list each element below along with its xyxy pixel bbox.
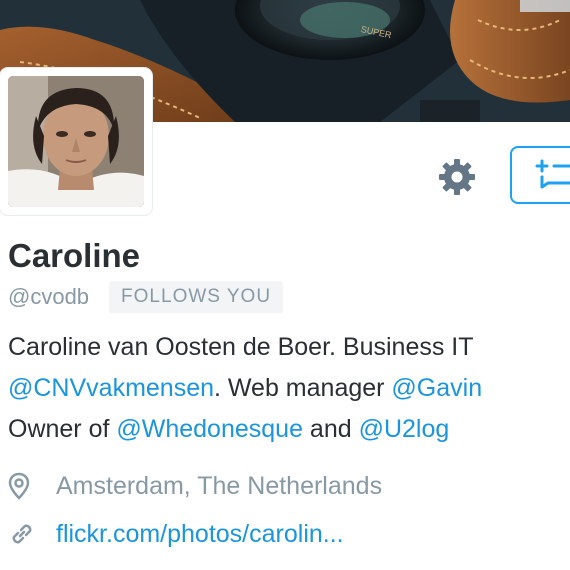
bio-text: Owner of	[8, 415, 117, 443]
profile-location: Amsterdam, The Netherlands	[56, 471, 383, 500]
mention-link-u2log[interactable]: @U2log	[359, 415, 450, 443]
bio-text: Caroline van Oosten de Boer. Business IT	[8, 333, 474, 361]
avatar[interactable]	[0, 68, 152, 215]
bio-line-3: Owner of @Whedonesque and @U2log	[8, 409, 570, 450]
profile-name: Caroline	[8, 237, 141, 274]
mention-link-gavin[interactable]: @Gavin	[391, 374, 482, 402]
profile-page: SUPER Caroline @cvodb FOLLOWS YOU Caroli…	[0, 0, 570, 570]
settings-button[interactable]	[432, 152, 482, 202]
bio-text: and	[302, 415, 359, 443]
mention-link-cnvvakmensen[interactable]: @CNVvakmensen	[8, 374, 214, 402]
bio-text: . Web manager	[214, 374, 392, 402]
profile-handle: @cvodb	[8, 284, 90, 309]
avatar-photo	[8, 76, 144, 207]
bio-line-1: Caroline van Oosten de Boer. Business IT	[8, 327, 570, 368]
profile-bio: Caroline van Oosten de Boer. Business IT…	[8, 327, 570, 450]
mention-link-whedonesque[interactable]: @Whedonesque	[116, 415, 303, 443]
map-pin-icon	[8, 471, 42, 501]
follows-you-badge: FOLLOWS YOU	[109, 281, 284, 313]
link-icon	[8, 519, 42, 549]
message-button[interactable]	[510, 146, 570, 204]
handle-row: @cvodb FOLLOWS YOU	[8, 280, 284, 314]
location-row: Amsterdam, The Netherlands	[8, 466, 382, 506]
bio-line-2: @CNVvakmensen. Web manager @Gavin	[8, 368, 570, 409]
url-row: flickr.com/photos/carolin...	[8, 514, 344, 554]
profile-url-link[interactable]: flickr.com/photos/carolin...	[56, 520, 344, 549]
gear-icon	[439, 159, 475, 195]
message-add-icon	[535, 159, 570, 189]
